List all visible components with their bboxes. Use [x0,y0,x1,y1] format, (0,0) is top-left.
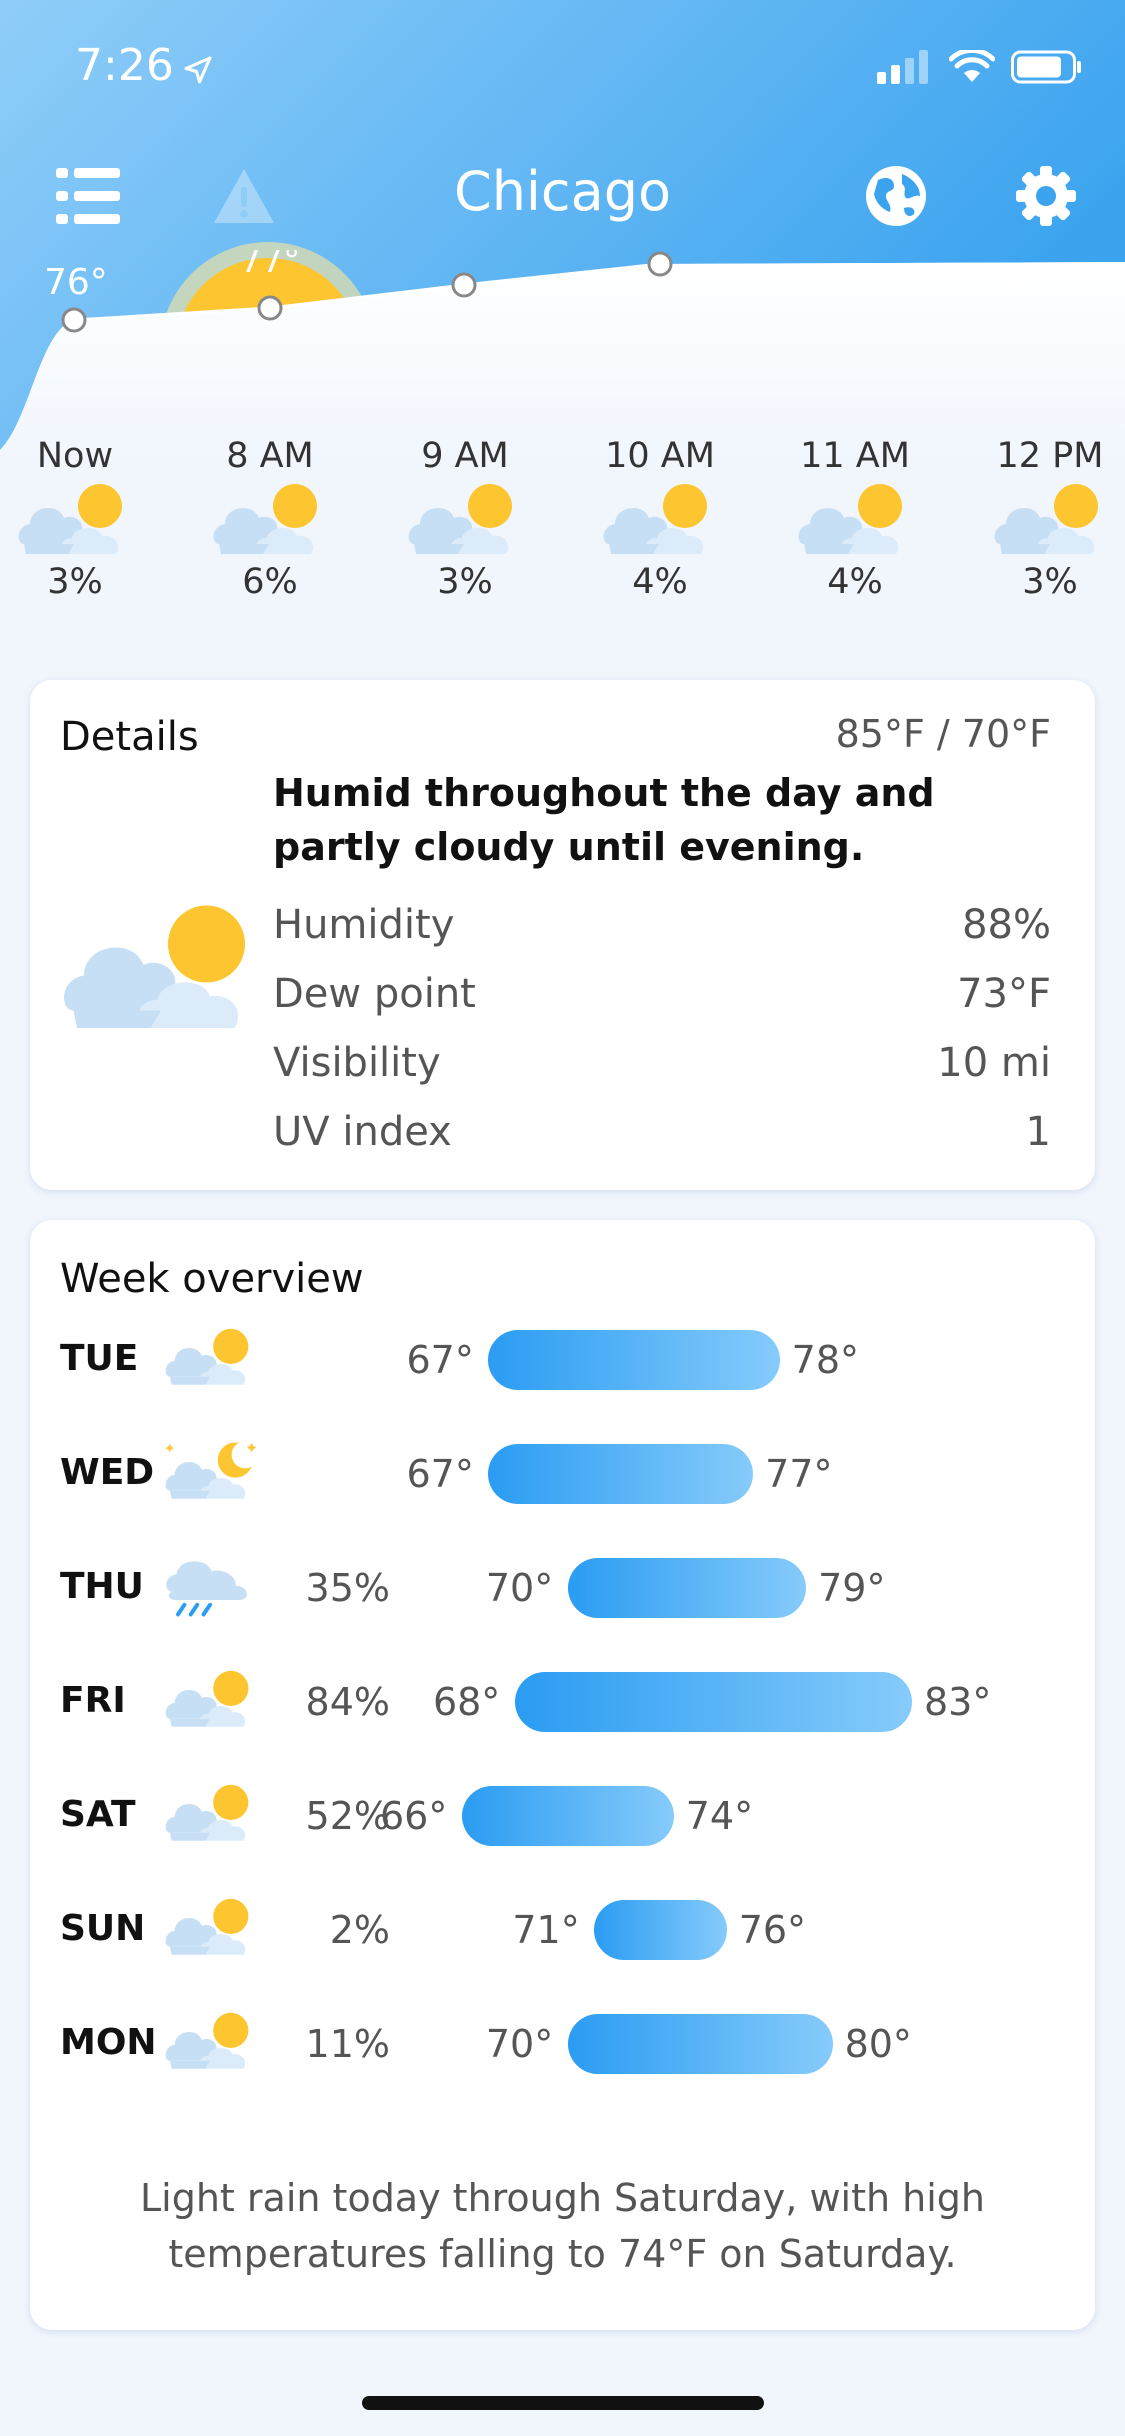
stat-label: Humidity [273,902,455,948]
day-name: TUE [60,1338,139,1379]
day-name: SAT [60,1794,136,1835]
details-summary: Humid throughout the day and partly clou… [273,771,935,869]
day-high-temp: 74° [685,1794,754,1838]
temp-range-bar [594,1900,727,1960]
8am-temperature: 77° [240,250,301,281]
stat-dew-point: Dew point 73°F [273,971,1051,1017]
details-temp-range: 85°F / 70°F [835,712,1051,756]
hour-precip: 3% [47,562,103,602]
week-title: Week overview [60,1256,364,1302]
day-high-temp: 79° [818,1566,886,1610]
partly-cloudy-icon [994,484,1098,554]
day-low-temp: 70° [485,2022,554,2066]
status-indicators [877,50,1083,84]
city-title[interactable]: Chicago [0,160,1125,223]
hour-label: 9 AM [421,436,509,476]
weather-app: 7:26 Chicago 76° 77° Now 8 AM 9 AM 10 AM… [0,0,1125,2436]
day-precip: 52% [305,1794,390,1838]
day-low-temp: 70° [485,1566,554,1610]
day-low-temp: 68° [432,1680,501,1724]
hour-precip: 4% [632,562,688,602]
partly-cloudy-icon [165,1784,249,1841]
partly-cloudy-icon [165,1670,249,1727]
gear-icon [1016,166,1076,226]
day-name: THU [60,1566,144,1607]
day-name: WED [60,1452,155,1493]
hour-precip: 4% [827,562,883,602]
partly-cloudy-icon [213,484,317,554]
day-name: SUN [60,1908,146,1949]
location-arrow-icon [184,56,212,84]
temp-range-bar [567,2014,833,2074]
partly-cloudy-icon [18,484,122,554]
globe-icon [866,166,926,226]
day-low-temp: 71° [512,1908,580,1952]
rain-icon [166,1561,247,1617]
day-precip: 35% [305,1566,390,1610]
stat-label: UV index [273,1109,452,1155]
hour-label: 11 AM [800,436,910,476]
day-precip: 2% [329,1908,390,1952]
cellular-signal-icon [877,50,928,84]
temp-range-bar [567,1558,807,1618]
partly-cloudy-icon [603,484,707,554]
details-card[interactable]: Details 85°F / 70°F Humid throughout the… [30,680,1095,1190]
map-button[interactable] [860,160,932,232]
status-time: 7:26 [75,40,174,91]
partly-cloudy-icon [165,2012,249,2069]
stat-label: Dew point [273,971,476,1017]
partly-cloudy-night-icon [165,1442,257,1499]
partly-cloudy-icon [165,1898,249,1955]
day-low-temp: 66° [380,1794,448,1838]
day-low-temp: 67° [406,1452,474,1496]
stat-uv-index: UV index 1 [273,1109,1051,1155]
settings-button[interactable] [1010,160,1082,232]
day-high-temp: 76° [738,1908,807,1952]
hour-label: 12 PM [996,436,1104,476]
temp-range-bar [488,1444,754,1504]
stat-value: 10 mi [937,1040,1051,1086]
wifi-icon [949,50,995,82]
day-name: MON [60,2022,157,2063]
stat-value: 73°F [957,971,1051,1017]
temp-range-bar [462,1786,674,1846]
now-temperature: 76° [44,262,108,303]
day-high-temp: 77° [765,1452,833,1496]
temp-range-bar [488,1330,780,1390]
stat-value: 1 [1025,1109,1051,1155]
day-name: FRI [60,1680,126,1721]
day-high-temp: 78° [791,1338,859,1382]
day-low-temp: 67° [406,1338,474,1382]
home-indicator[interactable] [362,2396,764,2410]
day-high-temp: 83° [924,1680,992,1724]
partly-cloudy-icon [165,1328,249,1385]
week-overview-card[interactable]: Week overview TUE 67° 78° WED 67° 77° THU 35… [30,1220,1095,2330]
day-precip: 11% [305,2022,390,2066]
hour-precip: 3% [1022,562,1078,602]
hour-label: 10 AM [605,436,715,476]
partly-cloudy-icon [64,905,245,1028]
partly-cloudy-icon [798,484,902,554]
day-precip: 84% [305,1680,390,1724]
stat-humidity: Humidity 88% [273,902,1051,948]
temp-range-bar [514,1672,912,1732]
stat-value: 88% [962,902,1051,948]
day-high-temp: 80° [844,2022,912,2066]
week-summary: Light rain today through Saturday, with … [140,2176,985,2276]
details-title: Details [60,714,199,760]
hour-label: 8 AM [226,436,314,476]
partly-cloudy-icon [408,484,512,554]
hour-precip: 3% [437,562,493,602]
hour-precip: 6% [242,562,298,602]
battery-icon [1011,50,1081,84]
stat-label: Visibility [273,1040,441,1086]
stat-visibility: Visibility 10 mi [273,1040,1051,1086]
hour-label: Now [36,436,114,476]
